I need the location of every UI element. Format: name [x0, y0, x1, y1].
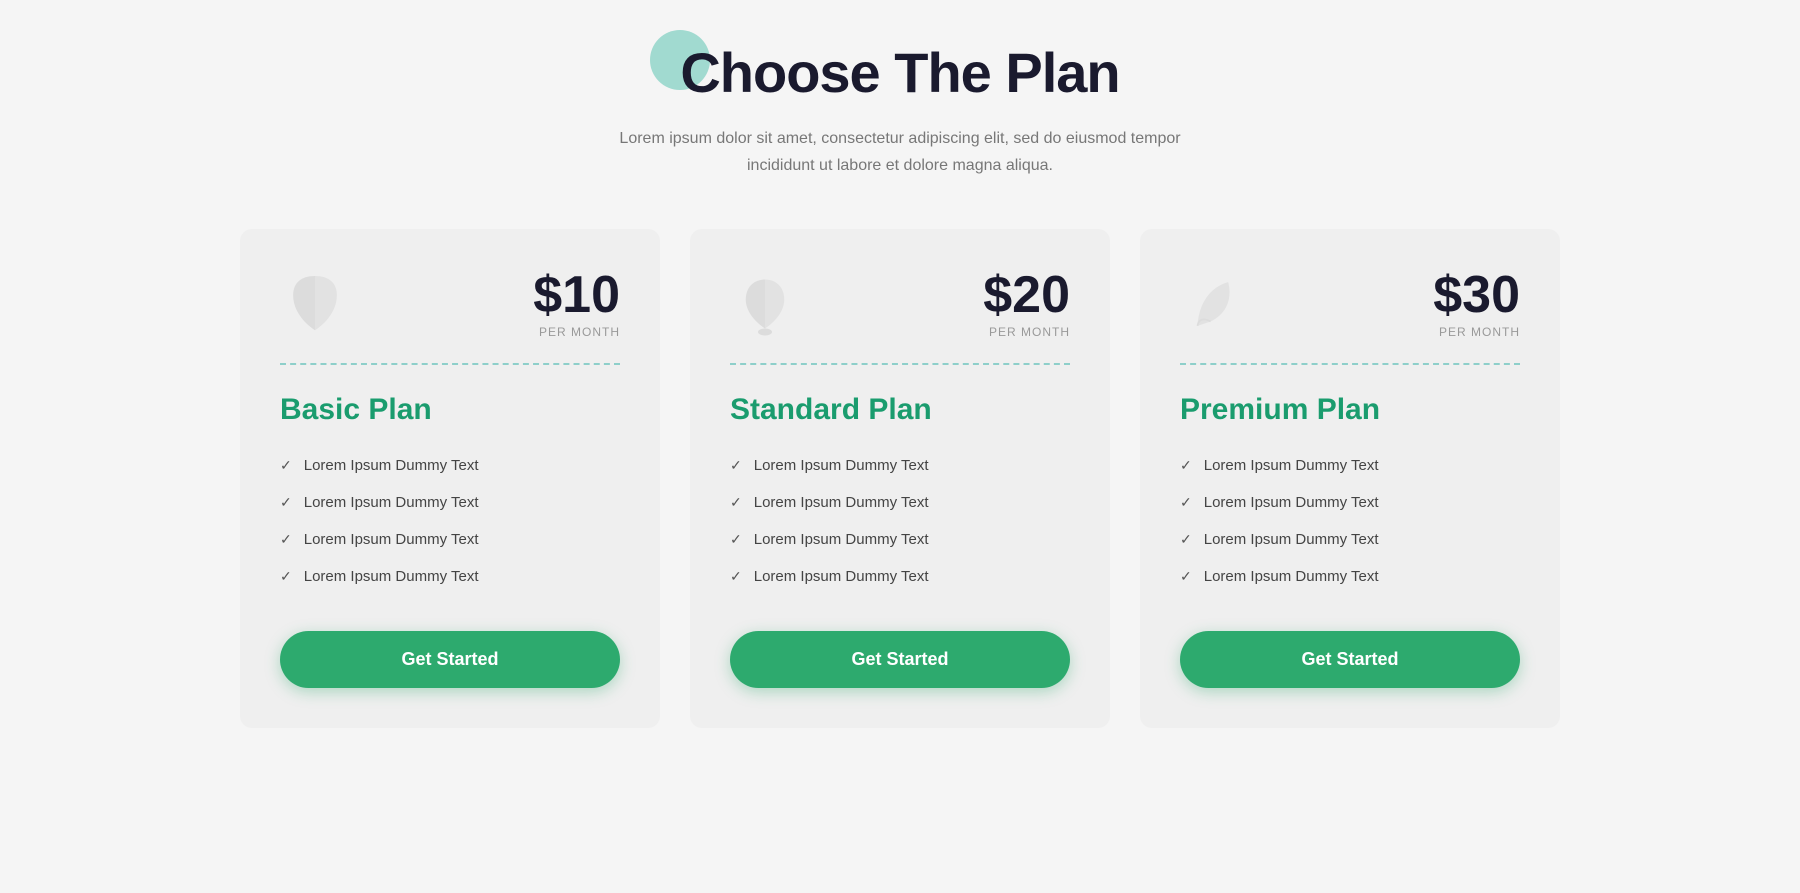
get-started-button-basic[interactable]: Get Started [280, 631, 620, 688]
plan-divider-premium [1180, 363, 1520, 365]
list-item: ✓Lorem Ipsum Dummy Text [1180, 484, 1520, 521]
plan-header-premium: $30 PER MONTH [1180, 269, 1520, 339]
plan-price-basic: $10 [533, 269, 620, 321]
check-icon: ✓ [280, 568, 292, 585]
plan-period-basic: PER MONTH [533, 325, 620, 339]
plan-pricing-premium: $30 PER MONTH [1433, 269, 1520, 339]
check-icon: ✓ [1180, 457, 1192, 474]
check-icon: ✓ [280, 457, 292, 474]
leaf-medium-icon [730, 269, 800, 339]
plan-header-standard: $20 PER MONTH [730, 269, 1070, 339]
check-icon: ✓ [730, 568, 742, 585]
leaf-small-icon [280, 269, 350, 339]
plan-features-premium: ✓Lorem Ipsum Dummy Text ✓Lorem Ipsum Dum… [1180, 447, 1520, 595]
list-item: ✓Lorem Ipsum Dummy Text [730, 558, 1070, 595]
check-icon: ✓ [1180, 494, 1192, 511]
list-item: ✓Lorem Ipsum Dummy Text [1180, 447, 1520, 484]
plan-pricing-basic: $10 PER MONTH [533, 269, 620, 339]
list-item: ✓Lorem Ipsum Dummy Text [280, 484, 620, 521]
list-item: ✓Lorem Ipsum Dummy Text [1180, 558, 1520, 595]
plan-card-premium: $30 PER MONTH Premium Plan ✓Lorem Ipsum … [1140, 229, 1560, 728]
list-item: ✓Lorem Ipsum Dummy Text [280, 521, 620, 558]
list-item: ✓Lorem Ipsum Dummy Text [730, 447, 1070, 484]
leaf-large-icon [1180, 269, 1250, 339]
check-icon: ✓ [730, 494, 742, 511]
plan-divider-basic [280, 363, 620, 365]
list-item: ✓Lorem Ipsum Dummy Text [1180, 521, 1520, 558]
plan-features-standard: ✓Lorem Ipsum Dummy Text ✓Lorem Ipsum Dum… [730, 447, 1070, 595]
check-icon: ✓ [1180, 568, 1192, 585]
page-title: Choose The Plan [680, 40, 1119, 105]
check-icon: ✓ [730, 457, 742, 474]
plan-period-standard: PER MONTH [983, 325, 1070, 339]
list-item: ✓Lorem Ipsum Dummy Text [730, 484, 1070, 521]
check-icon: ✓ [280, 531, 292, 548]
plan-price-standard: $20 [983, 269, 1070, 321]
list-item: ✓Lorem Ipsum Dummy Text [280, 558, 620, 595]
page-header: Choose The Plan Lorem ipsum dolor sit am… [590, 40, 1210, 179]
plan-divider-standard [730, 363, 1070, 365]
plan-name-basic: Basic Plan [280, 393, 620, 427]
page-subtitle: Lorem ipsum dolor sit amet, consectetur … [590, 125, 1210, 179]
title-wrapper: Choose The Plan [680, 40, 1119, 105]
plan-name-standard: Standard Plan [730, 393, 1070, 427]
list-item: ✓Lorem Ipsum Dummy Text [730, 521, 1070, 558]
check-icon: ✓ [730, 531, 742, 548]
plan-period-premium: PER MONTH [1433, 325, 1520, 339]
plans-container: $10 PER MONTH Basic Plan ✓Lorem Ipsum Du… [200, 229, 1600, 728]
get-started-button-premium[interactable]: Get Started [1180, 631, 1520, 688]
plan-card-standard: $20 PER MONTH Standard Plan ✓Lorem Ipsum… [690, 229, 1110, 728]
list-item: ✓Lorem Ipsum Dummy Text [280, 447, 620, 484]
plan-header-basic: $10 PER MONTH [280, 269, 620, 339]
get-started-button-standard[interactable]: Get Started [730, 631, 1070, 688]
plan-features-basic: ✓Lorem Ipsum Dummy Text ✓Lorem Ipsum Dum… [280, 447, 620, 595]
check-icon: ✓ [280, 494, 292, 511]
check-icon: ✓ [1180, 531, 1192, 548]
plan-pricing-standard: $20 PER MONTH [983, 269, 1070, 339]
plan-price-premium: $30 [1433, 269, 1520, 321]
plan-card-basic: $10 PER MONTH Basic Plan ✓Lorem Ipsum Du… [240, 229, 660, 728]
plan-name-premium: Premium Plan [1180, 393, 1520, 427]
